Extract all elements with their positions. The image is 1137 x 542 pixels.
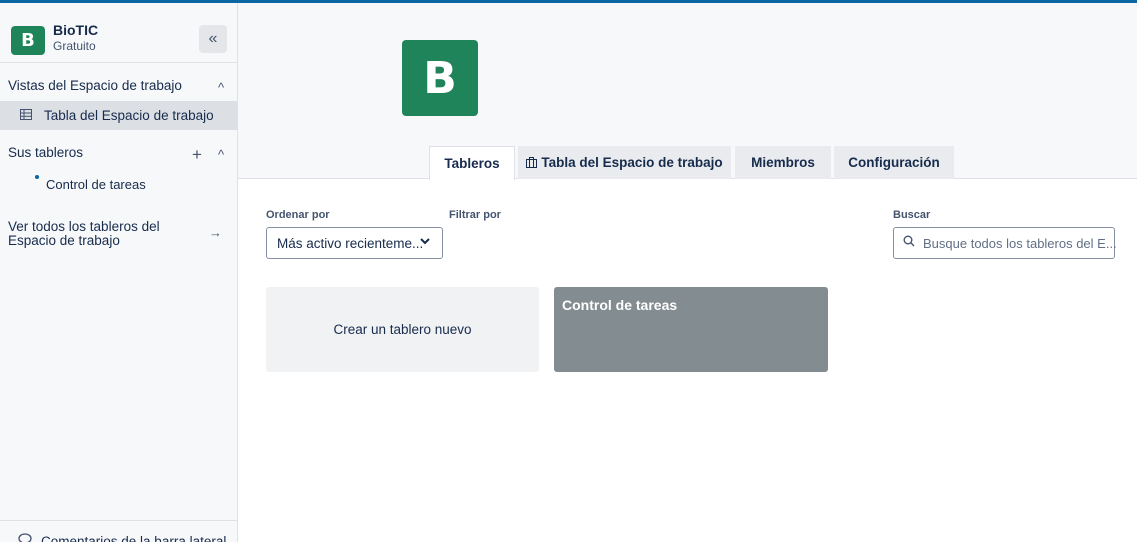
- workspace-name[interactable]: BioTIC: [53, 22, 98, 38]
- arrow-right-icon[interactable]: →: [209, 225, 222, 240]
- sidebar-board-item[interactable]: Control de tareas: [46, 177, 146, 192]
- tab-label: Tabla del Espacio de trabajo: [541, 155, 723, 170]
- search-placeholder: Busque todos los tableros del E...: [923, 236, 1117, 251]
- collapse-sidebar-button[interactable]: «: [199, 25, 227, 53]
- board-tile[interactable]: Control de tareas: [554, 287, 828, 372]
- sidebar: B BioTIC Gratuito « Vistas del Espacio d…: [0, 3, 238, 542]
- chevron-up-icon[interactable]: ^: [218, 147, 224, 162]
- speech-bubble-icon: [18, 533, 32, 542]
- create-board-tile[interactable]: Crear un tablero nuevo: [266, 287, 539, 372]
- chevron-up-icon[interactable]: ^: [218, 80, 224, 95]
- sort-select[interactable]: Más activo recienteme...: [266, 227, 443, 259]
- tab-configuracion[interactable]: Configuración: [834, 146, 954, 179]
- workspace-header: B BioTIC Gratuito «: [0, 3, 238, 63]
- briefcase-icon: [526, 157, 538, 168]
- search-icon: [903, 235, 915, 250]
- filter-label: Filtrar por: [449, 209, 501, 221]
- create-board-label: Crear un tablero nuevo: [333, 322, 472, 337]
- boards-section-title: Sus tableros: [8, 145, 84, 160]
- tab-tableros[interactable]: Tableros: [429, 146, 515, 180]
- search-input[interactable]: Busque todos los tableros del E...: [893, 227, 1117, 259]
- sidebar-item-label[interactable]: Tabla del Espacio de trabajo: [44, 108, 214, 123]
- board-tile-title: Control de tareas: [562, 297, 678, 313]
- table-icon: [20, 109, 32, 123]
- tab-label: Tableros: [444, 156, 500, 171]
- search-label: Buscar: [893, 209, 931, 221]
- tab-label: Configuración: [848, 155, 940, 170]
- tab-miembros[interactable]: Miembros: [735, 146, 831, 179]
- workspace-logo[interactable]: B: [11, 26, 45, 55]
- sort-label: Ordenar por: [266, 209, 330, 221]
- add-board-icon[interactable]: +: [192, 145, 202, 165]
- view-all-boards-link[interactable]: Ver todos los tableros del Espacio de tr…: [8, 220, 188, 248]
- double-chevron-left-icon: «: [208, 30, 218, 47]
- workspace-large-logo: B: [402, 40, 478, 116]
- sidebar-feedback[interactable]: Comentarios de la barra lateral: [0, 520, 237, 542]
- board-bullet-icon: [35, 175, 39, 179]
- feedback-label[interactable]: Comentarios de la barra lateral: [41, 534, 226, 542]
- views-section-title[interactable]: Vistas del Espacio de trabajo: [8, 78, 182, 93]
- tab-label: Miembros: [751, 155, 815, 170]
- chevron-down-icon: [419, 234, 431, 250]
- sort-value: Más activo recienteme...: [277, 236, 424, 251]
- tab-workspace-table[interactable]: Tabla del Espacio de trabajo: [518, 146, 731, 179]
- workspace-plan: Gratuito: [53, 39, 96, 53]
- workspace-banner: B Tableros Tabla del Espacio de trabajo …: [238, 3, 1137, 180]
